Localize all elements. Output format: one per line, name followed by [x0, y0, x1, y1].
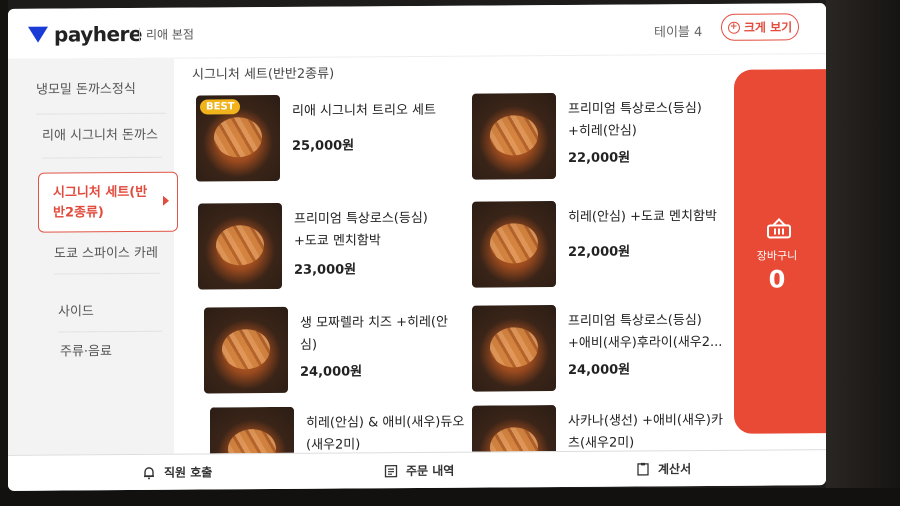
basket-icon [767, 218, 791, 239]
menu-item-image [210, 406, 294, 454]
tablet-screen: payhere 리애 본점 테이블 4 + 크게 보기 냉모밀 돈까스정식 리애… [8, 3, 826, 491]
sidebar-item-signature-tonkatsu[interactable]: 리애 시그니처 돈까스 [42, 125, 162, 159]
header-divider [139, 27, 140, 42]
sidebar-item-label: 도쿄 스파이스 카레 [54, 245, 158, 262]
zoom-in-icon: + [727, 21, 740, 34]
cart-button[interactable]: 장바구니 0 [734, 69, 826, 434]
menu-item-mozzarella-fillet[interactable]: 생 모짜렐라 치즈 +히레(안심) 24,000원 [204, 306, 464, 398]
zoom-button-label: 크게 보기 [743, 20, 793, 35]
menu-item-price: 24,000원 [300, 364, 363, 380]
menu-item-name: 히레(안심) +도쿄 멘치함박 [568, 208, 717, 225]
menu-item-name: 프리미엄 특상로스(등심) +애비(새우)후라이(새우2... [568, 313, 723, 351]
sidebar-item-label: 주류·음료 [60, 344, 112, 360]
sidebar-item-label: 냉모밀 돈까스정식 [36, 81, 136, 98]
call-staff-button[interactable]: 직원 호출 [142, 463, 212, 480]
category-sidebar: 냉모밀 돈까스정식 리애 시그니처 돈까스 시그니처 세트(반반2종류) 도쿄 … [8, 57, 178, 455]
menu-item-image: BEST [196, 94, 280, 182]
sidebar-item-label: 시그니처 세트(반반2종류) [53, 184, 148, 221]
device-bezel-left [0, 0, 8, 506]
logo-icon [28, 26, 48, 43]
brand-logo: payhere [28, 22, 142, 47]
menu-item-price: 22,000원 [568, 150, 631, 166]
bell-icon [144, 466, 154, 479]
menu-item-price: 25,000원 [292, 138, 355, 154]
list-icon [384, 464, 398, 477]
menu-item-loin-menchi[interactable]: 프리미엄 특상로스(등심) +도쿄 멘치함박 23,000원 [198, 202, 458, 294]
menu-item-name: 프리미엄 특상로스(등심) +히레(안심) [568, 101, 702, 139]
menu-item-loin-shrimp[interactable]: 프리미엄 특상로스(등심) +애비(새우)후라이(새우2... 24,000원 [472, 304, 732, 396]
menu-item-name: 프리미엄 특상로스(등심) +도쿄 멘치함박 [294, 210, 428, 249]
menu-item-name: 리애 시그니처 트리오 세트 [292, 102, 436, 119]
menu-item-fish-shrimp[interactable]: 사카나(생선) +애비(새우)카츠(새우2미) [472, 404, 732, 452]
menu-item-image [472, 405, 556, 452]
menu-item-fillet-menchi[interactable]: 히레(안심) +도쿄 멘치함박 22,000원 [472, 200, 732, 292]
menu-item-trio-set[interactable]: BEST 리애 시그니처 트리오 세트 25,000원 [196, 94, 456, 186]
menu-item-price: 22,000원 [568, 244, 631, 260]
device-bezel-right [826, 0, 900, 506]
menu-item-fillet-shrimp[interactable]: 히레(안심) & 애비(새우)듀오 (새우2미) [210, 406, 470, 454]
bill-label: 계산서 [658, 462, 692, 477]
menu-item-image [204, 306, 288, 394]
brand-name: payhere [54, 21, 142, 47]
menu-item-image [472, 305, 556, 392]
sidebar-item-side[interactable]: 사이드 [58, 301, 162, 333]
menu-item-name: 사카나(생선) +애비(새우)카츠(새우2미) [568, 412, 723, 451]
zoom-button[interactable]: + 크게 보기 [721, 13, 799, 41]
header: payhere 리애 본점 테이블 4 + 크게 보기 [8, 3, 826, 60]
caret-right-icon [163, 195, 169, 206]
sidebar-item-signature-set[interactable]: 시그니처 세트(반반2종류) [38, 171, 178, 233]
menu-item-price: 23,000원 [294, 262, 357, 278]
cart-label: 장바구니 [756, 249, 798, 263]
section-title: 시그니처 세트(반반2종류) [192, 66, 335, 83]
call-staff-label: 직원 호출 [164, 465, 213, 480]
menu-item-image [198, 202, 282, 290]
order-history-label: 주문 내역 [406, 463, 455, 479]
sidebar-item-label: 리애 시그니처 돈까스 [42, 127, 158, 144]
menu-item-image [472, 93, 556, 180]
order-history-button[interactable]: 주문 내역 [384, 462, 454, 479]
sidebar-item-cold-soba[interactable]: 냉모밀 돈까스정식 [36, 79, 166, 115]
menu-item-name: 생 모짜렐라 치즈 +히레(안심) [300, 314, 448, 353]
best-badge: BEST [200, 99, 241, 115]
sidebar-item-label: 사이드 [58, 304, 94, 320]
table-number: 테이블 4 [654, 25, 703, 41]
sidebar-item-tokyo-curry[interactable]: 도쿄 스파이스 카레 [54, 243, 160, 275]
receipt-icon [637, 462, 649, 476]
menu-item-loin-fillet[interactable]: 프리미엄 특상로스(등심) +히레(안심) 22,000원 [472, 92, 732, 184]
bottom-bar: 직원 호출 주문 내역 계산서 [8, 449, 826, 491]
sidebar-item-drinks[interactable]: 주류·음료 [60, 342, 162, 362]
menu-item-price: 24,000원 [568, 362, 631, 378]
bill-button[interactable]: 계산서 [636, 460, 691, 477]
store-name: 리애 본점 [146, 27, 194, 42]
cart-count: 0 [768, 265, 786, 294]
device-bezel-bottom [0, 488, 900, 506]
menu-item-image [472, 201, 556, 288]
menu-item-name: 히레(안심) & 애비(새우)듀오 (새우2미) [306, 414, 465, 453]
